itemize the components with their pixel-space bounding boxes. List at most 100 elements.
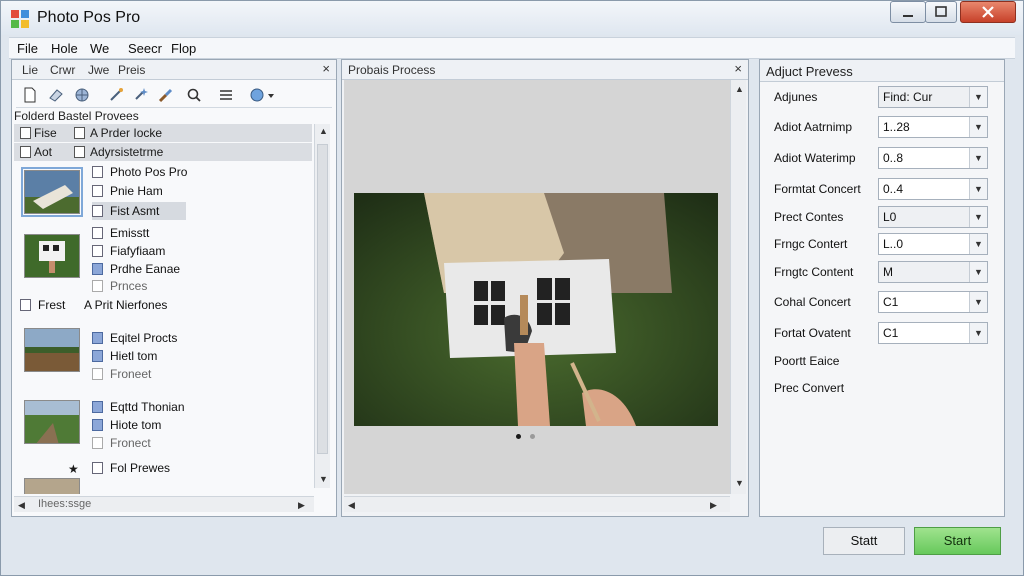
file-icon [92, 280, 103, 292]
sparkle-wand-icon[interactable] [130, 85, 150, 105]
poortt-eaice-label[interactable]: Poortt Eaice [774, 354, 839, 368]
prop-label: Adiot Waterimp [774, 151, 856, 165]
magic-wand-icon[interactable] [106, 85, 126, 105]
chevron-down-icon: ▼ [969, 234, 987, 254]
file-icon [20, 299, 31, 311]
chevron-down-icon: ▼ [969, 323, 987, 343]
tab-jwe[interactable]: Jwe [88, 63, 109, 77]
select-value: M [883, 265, 893, 279]
carousel-dot[interactable] [530, 434, 535, 439]
maximize-button[interactable] [925, 1, 957, 23]
close-button[interactable] [960, 1, 1016, 23]
fortat-ovatent-select[interactable]: C1 ▼ [878, 322, 988, 344]
file-browser-vertical-scrollbar[interactable]: ▲ ▼ [314, 124, 330, 488]
header-row-1[interactable]: Fise A Prder Iocke [14, 124, 312, 142]
preview-vertical-scrollbar[interactable]: ▲ ▼ [730, 80, 746, 494]
menu-file[interactable]: File [17, 41, 38, 56]
secondary-start-button[interactable]: Statt [823, 527, 905, 555]
prec-convert-label[interactable]: Prec Convert [774, 381, 844, 395]
prop-label: Adjunes [774, 90, 818, 104]
prop-label: Prect Contes [774, 210, 844, 224]
scroll-down-arrow-icon[interactable]: ▼ [735, 478, 744, 488]
menu-bar: File Hole We Seecr Flop [9, 37, 1015, 59]
tab-crwr[interactable]: Crwr [50, 63, 75, 77]
chevron-down-icon: ▼ [969, 207, 987, 227]
preview-canvas[interactable] [344, 80, 732, 494]
frngtc-content-select[interactable]: M ▼ [878, 261, 988, 283]
prop-label: Formtat Concert [774, 182, 861, 196]
brush-icon[interactable] [156, 85, 176, 105]
scroll-right-arrow-icon[interactable]: ▶ [298, 500, 305, 511]
file-icon [92, 185, 103, 197]
cohal-concert-select[interactable]: C1 ▼ [878, 291, 988, 313]
globe-icon[interactable] [72, 85, 92, 105]
scroll-left-arrow-icon[interactable]: ◀ [18, 500, 25, 511]
file-name: Fist Asmt [110, 204, 160, 218]
scroll-up-arrow-icon[interactable]: ▲ [735, 84, 744, 94]
thumbnail-4[interactable] [24, 400, 80, 444]
prect-contes-select[interactable]: L0 ▼ [878, 206, 988, 228]
file-name: Pnie Ham [110, 184, 163, 198]
panel-close-icon[interactable]: × [322, 61, 330, 76]
aatrnimp-select[interactable]: 1..28 ▼ [878, 116, 988, 138]
file-icon [92, 263, 103, 275]
file-icon [92, 166, 103, 178]
breadcrumb: Folderd Bastel Provees [14, 109, 139, 123]
globe-dropdown-icon[interactable] [248, 85, 278, 105]
frngc-contert-select[interactable]: L..0 ▼ [878, 233, 988, 255]
menu-seecr[interactable]: Seecr [128, 41, 162, 56]
chevron-down-icon: ▼ [969, 262, 987, 282]
menu-hole[interactable]: Hole [51, 41, 78, 56]
start-button[interactable]: Start [914, 527, 1001, 555]
thumbnail-2[interactable] [24, 234, 80, 278]
tab-lie[interactable]: Lie [22, 63, 38, 77]
file-name: Photo Pos Pro [110, 165, 188, 179]
select-value: Find: Cur [883, 90, 933, 104]
preview-horizontal-scrollbar[interactable]: ◀ ▶ [344, 496, 730, 512]
search-icon[interactable] [184, 85, 204, 105]
file-icon [92, 368, 103, 380]
scroll-right-arrow-icon[interactable]: ▶ [710, 500, 717, 511]
select-value: C1 [883, 326, 899, 340]
file-icon [92, 462, 103, 474]
eraser-icon[interactable] [46, 85, 66, 105]
horizontal-scroll-label: Ihees:ssge [38, 498, 92, 510]
select-value: 0..8 [883, 151, 904, 165]
preview-close-icon[interactable]: × [734, 61, 742, 76]
header-row-2[interactable]: Aot Adyrsistetrme [14, 143, 312, 161]
scroll-left-arrow-icon[interactable]: ◀ [348, 500, 355, 511]
formtat-concert-select[interactable]: 0..4 ▼ [878, 178, 988, 200]
chevron-down-icon: ▼ [969, 179, 987, 199]
header-row-2-left: Aot [34, 145, 53, 159]
minimize-button[interactable] [890, 1, 926, 23]
file-name: Fiafyfiaam [110, 244, 166, 258]
chevron-down-icon: ▼ [969, 148, 987, 168]
tab-preis[interactable]: Preis [118, 63, 145, 77]
list-view-icon[interactable] [216, 85, 236, 105]
file-icon [20, 146, 31, 158]
minimize-icon [903, 15, 913, 17]
list-item-selected[interactable]: Fist Asmt [92, 202, 186, 220]
app-logo-icon [11, 10, 29, 28]
select-value: L0 [883, 210, 897, 224]
waterimp-select[interactable]: 0..8 ▼ [878, 147, 988, 169]
scroll-down-arrow-icon[interactable]: ▼ [319, 474, 328, 484]
scroll-up-arrow-icon[interactable]: ▲ [319, 126, 328, 136]
menu-flop[interactable]: Flop [171, 41, 196, 56]
thumbnail-5[interactable] [24, 478, 80, 494]
select-value: 0..4 [883, 182, 904, 196]
file-browser-horizontal-scrollbar[interactable]: ◀ Ihees:ssge ▶ [14, 496, 314, 512]
file-name: Eqttd Thonian [110, 400, 185, 414]
scroll-thumb[interactable] [317, 144, 328, 454]
new-document-icon[interactable] [20, 85, 40, 105]
thumbnail-3[interactable] [24, 328, 80, 372]
adjust-header: Adjuct Prevess [760, 60, 1004, 82]
adjunes-select[interactable]: Find: Cur ▼ [878, 86, 988, 108]
select-value: C1 [883, 295, 899, 309]
select-value: 1..28 [883, 120, 910, 134]
thumbnail-1[interactable] [21, 167, 83, 217]
file-icon [92, 332, 103, 344]
chevron-down-icon: ▼ [969, 117, 987, 137]
carousel-dot-active[interactable] [516, 434, 521, 439]
menu-we[interactable]: We [90, 41, 109, 56]
